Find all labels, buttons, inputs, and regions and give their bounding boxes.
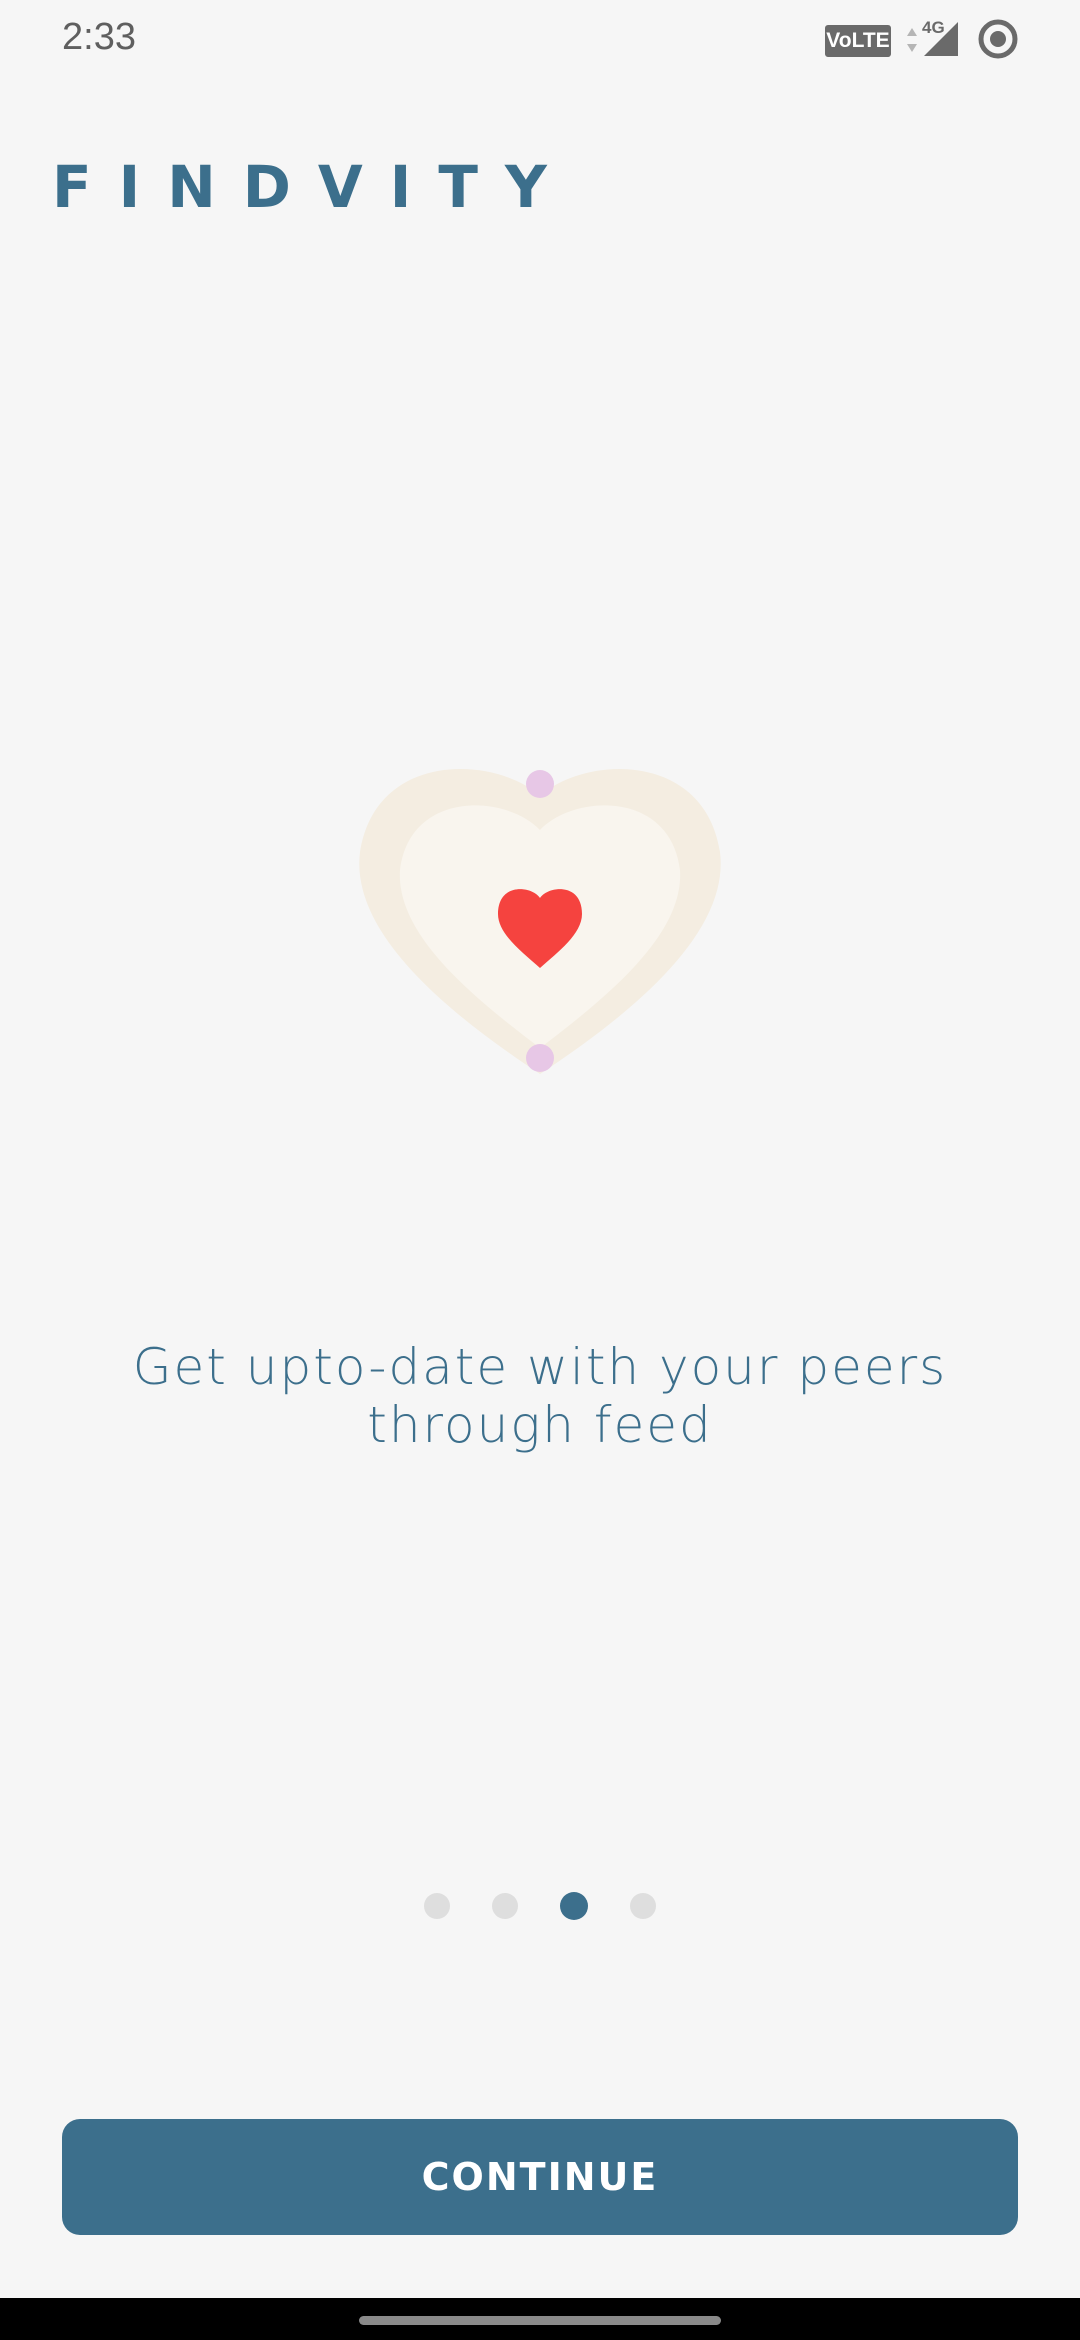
network-type-label: 4G: [922, 18, 945, 37]
sync-icon: [978, 19, 1018, 59]
page-indicator: [424, 1892, 656, 1920]
top-dot: [526, 770, 554, 798]
volte-icon: VoLTE: [825, 25, 891, 57]
data-arrows-icon: [907, 28, 917, 52]
page-dot-2[interactable]: [492, 1893, 518, 1919]
navigation-bar: [0, 2298, 1080, 2340]
status-bar: 2:33 VoLTE 4G: [0, 0, 1080, 78]
app-logo: FINDVITY: [52, 153, 574, 221]
bottom-dot: [526, 1044, 554, 1072]
page-dot-1[interactable]: [424, 1893, 450, 1919]
onboarding-message: Get upto-date with your peers through fe…: [132, 1338, 948, 1454]
onboarding-screen: 2:33 VoLTE 4G FINDVITY Get upto-date wit…: [0, 0, 1080, 2340]
page-dot-4[interactable]: [630, 1893, 656, 1919]
status-time: 2:33: [62, 16, 136, 58]
continue-button[interactable]: CONTINUE: [62, 2119, 1018, 2235]
heart-illustration: [359, 769, 721, 1074]
page-dot-3-active[interactable]: [560, 1892, 588, 1920]
home-gesture-handle[interactable]: [359, 2316, 721, 2325]
